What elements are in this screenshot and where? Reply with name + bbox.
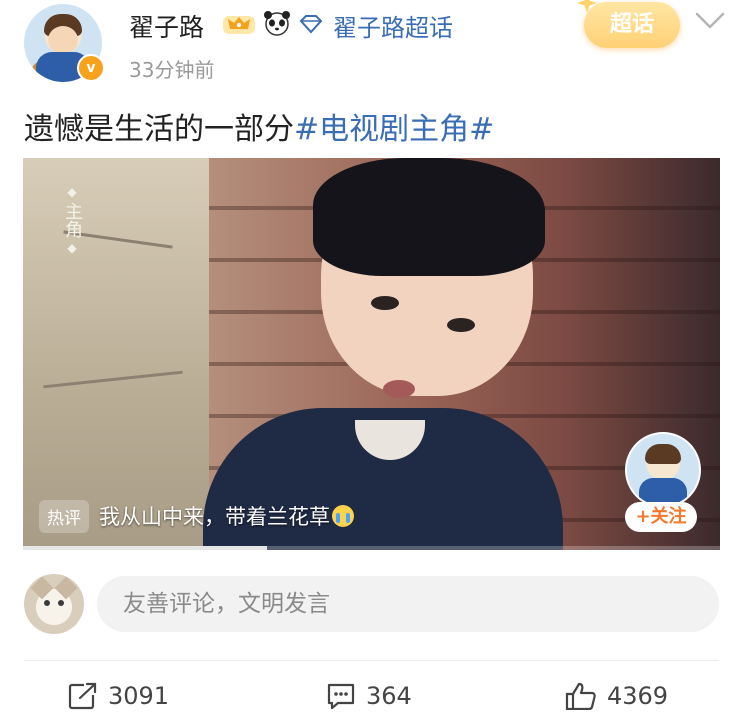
post-timestamp: 33分钟前 (129, 58, 215, 82)
hot-comment-label: 热评 (39, 499, 89, 533)
video-progress-bar[interactable] (23, 546, 720, 550)
verified-icon: v (77, 54, 105, 82)
action-bar: 3091 364 4369 (0, 676, 743, 716)
repost-button[interactable]: 3091 (68, 676, 169, 716)
video-background-wall (23, 158, 209, 550)
chevron-down-icon[interactable] (693, 8, 727, 32)
super-topic-tag-label: 超话 (609, 12, 654, 37)
post-header: v 翟子路 翟子路超话 33分钟前 超话 (0, 0, 743, 90)
hot-comment-text: 我从山中来，带着兰花草 (99, 505, 330, 529)
like-button[interactable]: 4369 (565, 676, 668, 716)
super-topic-tag[interactable]: 超话 (577, 0, 680, 48)
repost-icon (68, 682, 97, 710)
divider (24, 660, 719, 661)
video-watermark-text: 主角 (62, 202, 83, 238)
super-topic-link[interactable]: 翟子路超话 (333, 8, 453, 43)
follow-button[interactable]: +关注 (625, 502, 697, 532)
repost-count: 3091 (108, 682, 170, 710)
post-text: 遗憾是生活的一部分 (24, 112, 294, 147)
post-body: 遗憾是生活的一部分#电视剧主角# (24, 104, 494, 148)
sparkle-icon (577, 0, 597, 13)
video-author-avatar[interactable] (625, 432, 701, 508)
like-count: 4369 (607, 682, 669, 710)
comment-icon (327, 683, 355, 710)
video-person-mouth (383, 380, 415, 398)
crown-icon[interactable] (222, 10, 256, 36)
comment-input[interactable] (97, 576, 719, 632)
wall-crack (43, 370, 183, 389)
video-person-eye (371, 296, 399, 310)
video-person-hair (313, 158, 545, 276)
comment-bar (0, 568, 743, 644)
diamond-icon[interactable] (299, 14, 323, 34)
comment-button[interactable]: 364 (326, 676, 412, 716)
thumbs-up-icon (565, 682, 596, 710)
video-person-eye (447, 318, 475, 332)
panda-icon[interactable] (260, 10, 294, 36)
video-progress-fill (23, 546, 267, 550)
hot-comment[interactable]: 热评 我从山中来，带着兰花草 (39, 498, 354, 534)
hashtag-link[interactable]: #电视剧主角# (294, 112, 494, 147)
comment-count: 364 (366, 682, 412, 710)
video-watermark-title: ◆ 主角 ◆ (62, 185, 83, 255)
avatar-hair (645, 444, 681, 464)
author-name[interactable]: 翟子路 (129, 8, 204, 44)
avatar-face (48, 26, 78, 54)
current-user-avatar[interactable] (24, 574, 84, 634)
video-player[interactable]: ◆ 主角 ◆ 热评 我从山中来，带着兰花草 +关注 (23, 158, 720, 550)
crying-emoji-icon (332, 505, 354, 527)
